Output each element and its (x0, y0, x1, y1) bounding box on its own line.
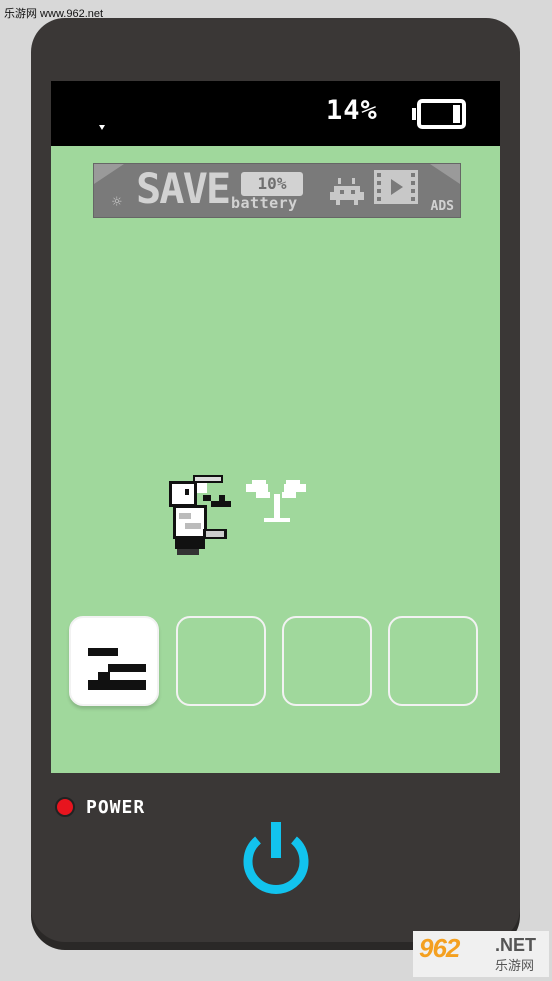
game-screen: 14% ☼ SAVE 10% battery ADS (51, 81, 500, 773)
banner-stripe-right (430, 164, 460, 184)
watermark-sub: 乐游网 (495, 959, 535, 974)
battery-percent: 14% (326, 95, 378, 126)
ads-label: ADS (430, 199, 454, 214)
inventory-slot-2[interactable] (176, 616, 266, 706)
inventory-slot-1[interactable] (69, 616, 159, 706)
battery-icon (412, 99, 466, 129)
save-battery-ad-banner[interactable]: ☼ SAVE 10% battery ADS (93, 163, 461, 218)
android-bug-icon (330, 178, 364, 205)
status-bar: 14% (51, 81, 500, 146)
pixel-character-sprite (169, 475, 231, 555)
sprout-seedling-icon (246, 480, 306, 522)
banner-percent: 10% (241, 172, 303, 196)
power-label: POWER (86, 797, 146, 818)
banner-battery-word: battery (231, 194, 298, 212)
power-led-indicator (55, 797, 75, 817)
pixel-glyph-icon (88, 648, 146, 690)
inventory-slot-3[interactable] (282, 616, 372, 706)
signal-indicator-icon (99, 125, 105, 130)
video-play-icon (374, 170, 418, 204)
brightness-icon: ☼ (112, 192, 122, 211)
banner-stripe-left (94, 164, 124, 184)
power-button-icon[interactable] (238, 820, 314, 898)
inventory-slot-4[interactable] (388, 616, 478, 706)
watermark-logo: 962 .NET 乐游网 (413, 931, 549, 977)
watermark-net: .NET (495, 935, 537, 955)
watermark-brand: 962 (419, 933, 460, 963)
banner-headline: SAVE (136, 164, 231, 213)
